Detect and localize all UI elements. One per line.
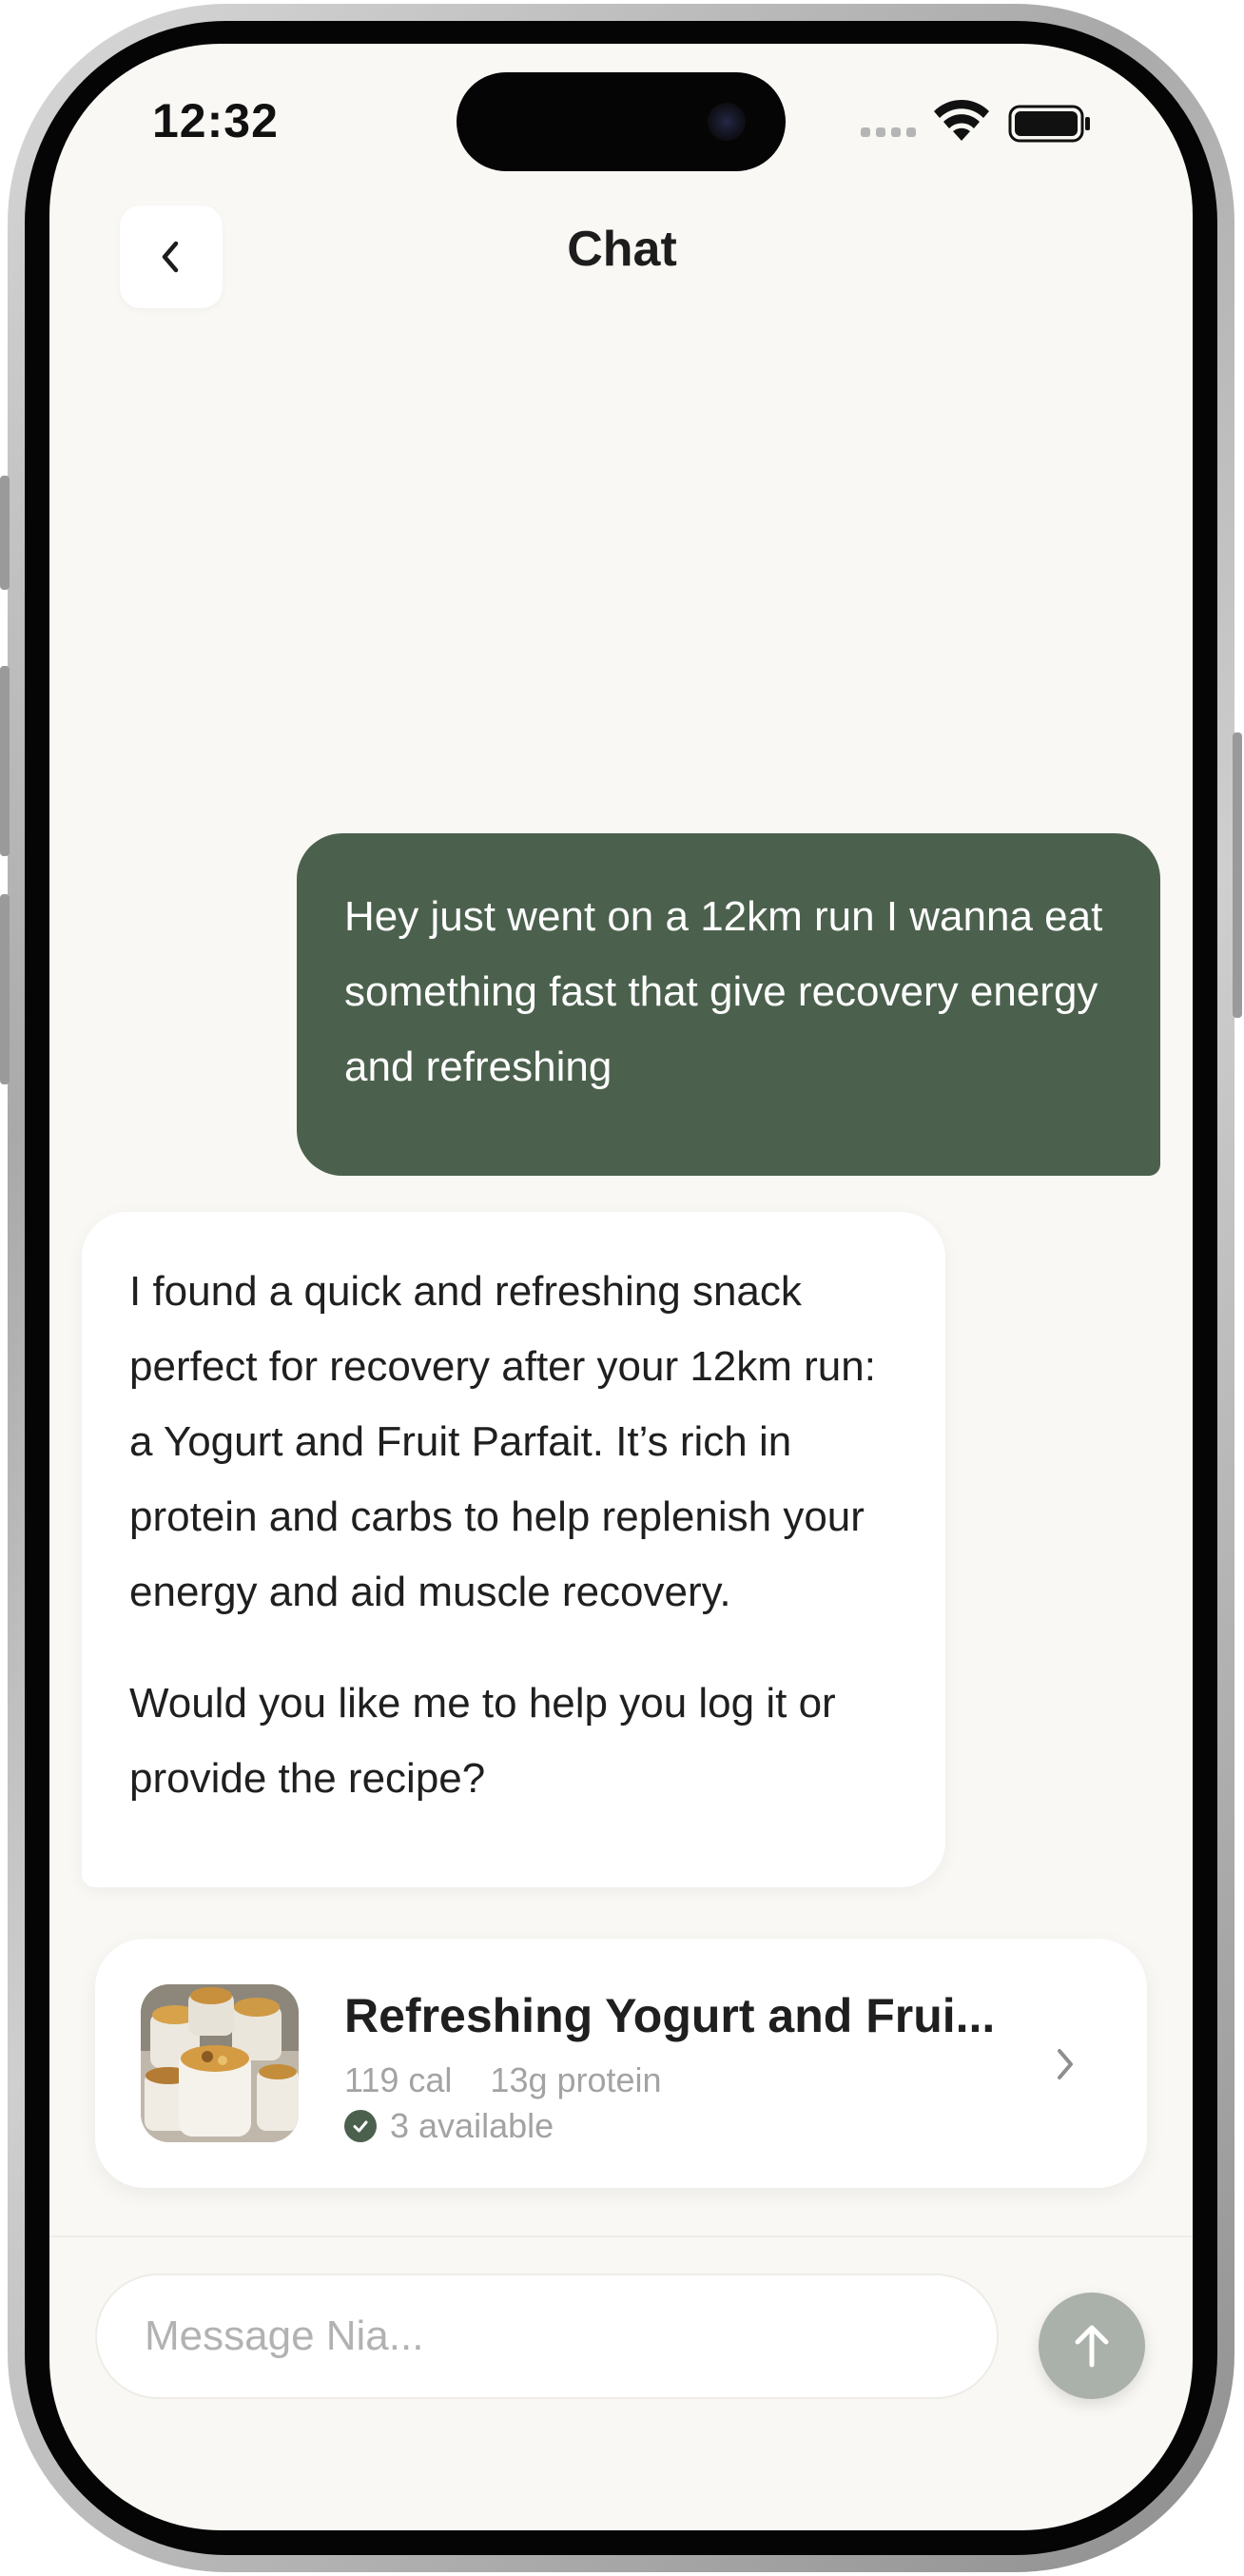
- recipe-protein: 13g protein: [490, 2060, 662, 2099]
- composer-divider: [49, 2235, 1193, 2237]
- side-button: [1233, 732, 1242, 1018]
- recipe-card[interactable]: Refreshing Yogurt and Frui... 119 cal 13…: [95, 1939, 1147, 2188]
- availability-label: 3 available: [390, 2106, 554, 2145]
- chevron-right-icon: [1058, 2049, 1073, 2079]
- assistant-message-bubble: I found a quick and refreshing snack per…: [82, 1212, 945, 1887]
- check-circle-icon: [344, 2110, 377, 2142]
- side-button: [0, 894, 10, 1084]
- assistant-message-paragraph: I found a quick and refreshing snack per…: [129, 1268, 876, 1615]
- send-button[interactable]: [1039, 2293, 1145, 2399]
- recipe-title: Refreshing Yogurt and Frui...: [344, 1989, 996, 2042]
- arrow-up-icon: [1075, 2325, 1109, 2368]
- battery-icon: [1008, 105, 1090, 143]
- message-input[interactable]: [95, 2274, 999, 2399]
- side-button: [0, 476, 10, 590]
- recipe-meta: 119 cal 13g protein: [344, 2060, 662, 2100]
- camera-icon: [708, 103, 746, 141]
- signal-icon: [861, 127, 916, 137]
- recipe-availability: 3 available: [344, 2106, 554, 2146]
- page-title: Chat: [567, 222, 677, 277]
- assistant-message-paragraph: Would you like me to help you log it or …: [129, 1680, 836, 1802]
- wifi-icon: [934, 99, 989, 141]
- status-time: 12:32: [152, 94, 279, 147]
- side-button: [0, 666, 10, 856]
- recipe-thumbnail: [141, 1984, 299, 2142]
- dynamic-island: [457, 72, 786, 171]
- user-message-bubble: Hey just went on a 12km run I wanna eat …: [297, 833, 1160, 1176]
- recipe-calories: 119 cal: [344, 2060, 453, 2099]
- user-message-text: Hey just went on a 12km run I wanna eat …: [344, 893, 1103, 1090]
